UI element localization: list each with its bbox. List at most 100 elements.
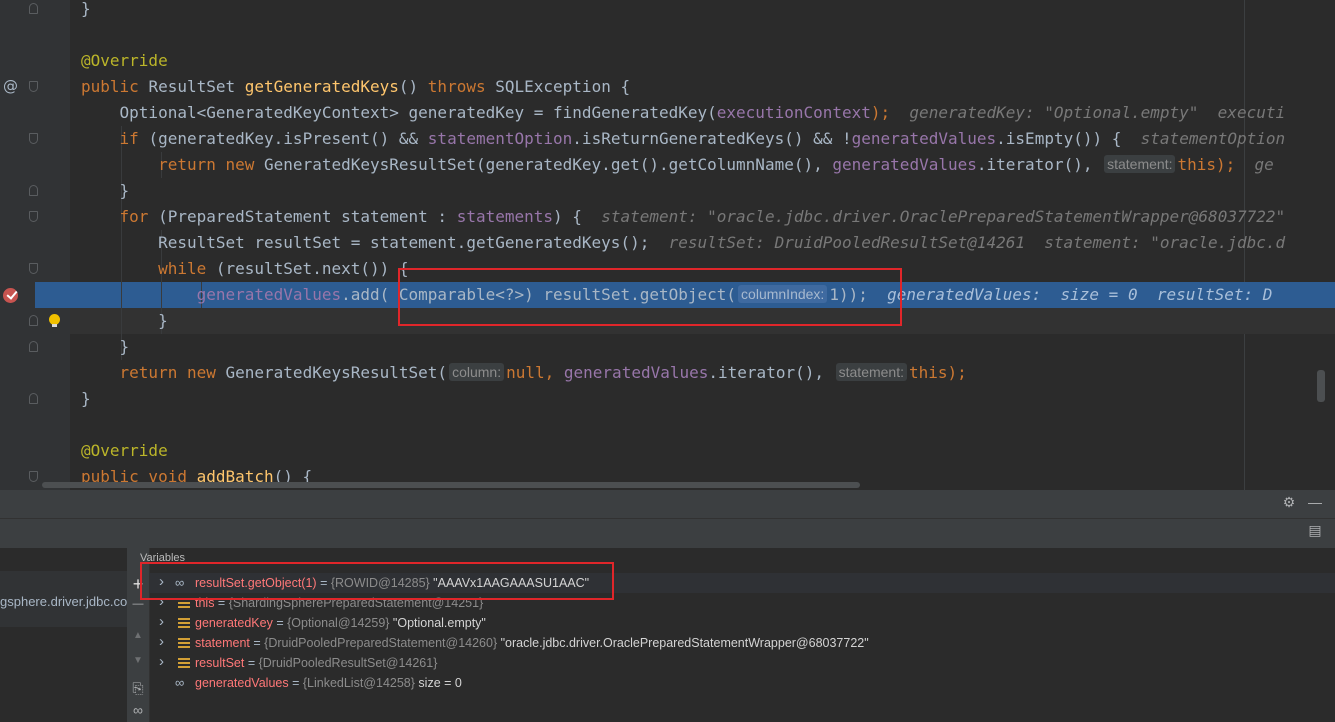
horizontal-scrollbar[interactable] [42, 482, 860, 488]
expand-chevron-icon[interactable]: › [159, 652, 164, 672]
parameter-hint: statement: [835, 363, 907, 381]
move-up-button[interactable]: ▲ [128, 630, 148, 641]
variable-text: statement = {DruidPooledPreparedStatemen… [195, 633, 869, 653]
frames-list[interactable]: gsphere.driver.jdbc.co [0, 548, 128, 722]
code-token: (resultSet.next()) { [215, 259, 409, 278]
fold-marker-icon[interactable] [29, 133, 38, 144]
expand-chevron-icon[interactable]: › [159, 632, 164, 652]
code-token: } [81, 311, 168, 330]
code-token: public [81, 77, 149, 96]
override-marker-icon[interactable]: @ [3, 77, 18, 95]
code-token: .iterator(), [976, 155, 1103, 174]
lightbulb-icon[interactable] [49, 314, 60, 327]
code-token: (generatedKey.isPresent() && [148, 129, 428, 148]
expand-chevron-icon[interactable]: › [159, 612, 164, 632]
code-line[interactable]: public ResultSet getGeneratedKeys() thro… [81, 74, 630, 100]
watch-glasses-icon[interactable]: ∞ [128, 702, 148, 718]
inline-debug-value: resultSet: DruidPooledResultSet@14261 st… [649, 233, 1286, 252]
code-line[interactable]: @Override [81, 48, 168, 74]
inline-debug-value: generatedValues: size = 0 resultSet: D [867, 285, 1273, 304]
fold-marker-icon[interactable] [29, 315, 38, 326]
code-line[interactable]: } [81, 178, 130, 204]
code-token: @Override [81, 441, 168, 460]
fold-marker-icon[interactable] [29, 211, 38, 222]
vertical-scrollbar[interactable] [1317, 370, 1325, 402]
code-token: SQLException { [495, 77, 631, 96]
variable-text: resultSet = {DruidPooledResultSet@14261} [195, 653, 437, 673]
variable-value: size = 0 [414, 676, 462, 690]
settings-icon[interactable]: ⚙ [1279, 494, 1299, 511]
breakpoint-check-icon[interactable] [3, 288, 18, 303]
editor-gutter[interactable]: @ [0, 0, 70, 490]
variable-type: {Optional@14259} [287, 616, 390, 630]
inline-debug-value: ge [1235, 155, 1274, 174]
code-token: .iterator(), [708, 363, 834, 382]
field-icon [178, 638, 190, 648]
variable-type: {DruidPooledResultSet@14261} [258, 656, 438, 670]
code-token: generatedValues [851, 129, 997, 148]
code-token: } [81, 389, 91, 408]
debugger-toolbar: ⚙ — [0, 490, 1335, 519]
move-down-button[interactable]: ▼ [128, 655, 148, 666]
variable-value: "oracle.jdbc.driver.OraclePreparedStatem… [497, 636, 869, 650]
code-line[interactable]: if (generatedKey.isPresent() && statemen… [81, 126, 1286, 152]
fold-marker-icon[interactable] [29, 341, 38, 352]
fold-marker-icon[interactable] [29, 81, 38, 92]
gutter-line[interactable] [0, 230, 70, 256]
fold-marker-icon[interactable] [29, 263, 38, 274]
code-line[interactable]: } [81, 0, 91, 22]
gutter-line[interactable] [0, 152, 70, 178]
annotation-box-code [398, 268, 902, 326]
variable-type: {DruidPooledPreparedStatement@14260} [264, 636, 498, 650]
fold-marker-icon[interactable] [29, 3, 38, 14]
variable-row[interactable]: › statement = {DruidPooledPreparedStateme… [150, 633, 1335, 653]
code-line[interactable]: @Override [81, 438, 168, 464]
gutter-line[interactable] [0, 412, 70, 438]
equals-sign: = [272, 616, 288, 630]
variable-row[interactable]: › resultSet = {DruidPooledResultSet@14261… [150, 653, 1335, 673]
gutter-line[interactable] [0, 48, 70, 74]
inline-debug-value: statementOption [1121, 129, 1286, 148]
code-token: throws [427, 77, 496, 96]
copy-icon[interactable]: ⎘ [128, 680, 148, 697]
code-line[interactable]: ResultSet resultSet = statement.getGener… [81, 230, 1285, 256]
code-line[interactable]: } [81, 308, 168, 334]
gutter-line[interactable] [0, 360, 70, 386]
gutter-line[interactable] [0, 22, 70, 48]
code-token: ); [1216, 155, 1236, 174]
code-token: Optional<GeneratedKeyContext> generatedK… [81, 103, 717, 122]
code-editor[interactable]: @ } @Override public ResultSet getGenerate… [0, 0, 1335, 490]
code-token: ResultSet resultSet = statement.getGener… [81, 233, 650, 252]
layout-icon[interactable]: ▤ [1305, 522, 1325, 539]
fold-marker-icon[interactable] [29, 471, 38, 482]
code-token: } [81, 0, 91, 18]
code-token: generatedValues [196, 285, 342, 304]
field-icon [178, 658, 190, 668]
gutter-line[interactable] [0, 438, 70, 464]
fold-marker-icon[interactable] [29, 393, 38, 404]
code-line[interactable]: } [81, 334, 130, 360]
code-line[interactable]: return new GeneratedKeysResultSet(column… [81, 360, 967, 386]
variable-name: generatedValues [195, 676, 289, 690]
fold-marker-icon[interactable] [29, 185, 38, 196]
code-line[interactable]: return new GeneratedKeysResultSet(genera… [81, 152, 1274, 178]
variable-row[interactable]: › generatedKey = {Optional@14259} "Option… [150, 613, 1335, 633]
variable-value: "Optional.empty" [389, 616, 486, 630]
code-line[interactable]: Optional<GeneratedKeyContext> generatedK… [81, 100, 1286, 126]
code-line[interactable]: } [81, 386, 91, 412]
code-token: } [81, 337, 130, 356]
code-token: generatedValues [832, 155, 977, 174]
gutter-line[interactable] [0, 100, 70, 126]
minimize-icon[interactable]: — [1305, 494, 1325, 510]
code-token: } [81, 181, 130, 200]
variable-row[interactable]: ∞ generatedValues = {LinkedList@14258} si… [150, 673, 1335, 693]
code-token: ); [870, 103, 891, 122]
code-token: () [398, 77, 428, 96]
code-line[interactable]: for (PreparedStatement statement : state… [81, 204, 1286, 230]
code-line[interactable]: while (resultSet.next()) { [81, 256, 409, 282]
variable-text: generatedKey = {Optional@14259} "Optiona… [195, 613, 486, 633]
code-token: .isEmpty()) { [996, 129, 1122, 148]
